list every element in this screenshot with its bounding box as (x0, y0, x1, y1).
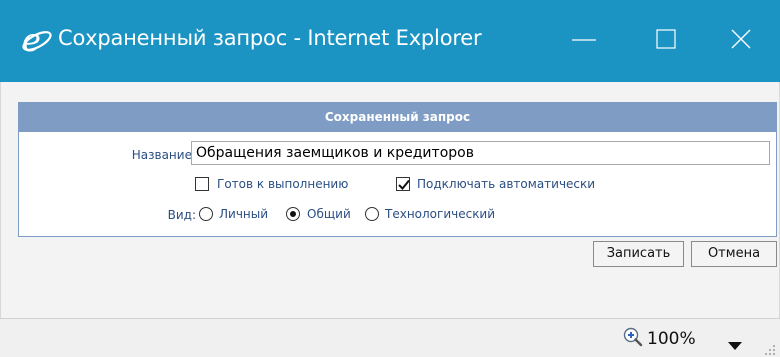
radio-shared[interactable] (286, 207, 300, 221)
name-label: Название: (131, 148, 196, 162)
chevron-down-icon[interactable] (728, 335, 742, 354)
radio-shared-label[interactable]: Общий (307, 207, 351, 221)
form-header: Сохраненный запрос (19, 103, 776, 132)
name-input[interactable]: Обращения заемщиков и кредиторов (191, 141, 770, 165)
save-button[interactable]: Записать (593, 241, 684, 267)
radio-technological[interactable] (365, 207, 379, 221)
internet-explorer-logo-icon: e (21, 21, 53, 59)
status-bar: 100% (0, 318, 780, 357)
view-label: Вид: (167, 208, 196, 222)
auto-connect-checkbox-label[interactable]: Подключать автоматически (417, 177, 595, 191)
saved-query-form: Сохраненный запрос Название: Обращения з… (18, 102, 777, 237)
cancel-button[interactable]: Отмена (691, 241, 777, 267)
ready-checkbox-label[interactable]: Готов к выполнению (217, 177, 348, 191)
minimize-button[interactable] (562, 22, 606, 58)
maximize-button[interactable] (645, 22, 689, 58)
svg-text:e: e (22, 24, 41, 56)
radio-selected-dot (290, 211, 296, 217)
resize-grip-icon[interactable] (764, 341, 776, 357)
zoom-level[interactable]: 100% (647, 329, 696, 349)
auto-connect-checkbox[interactable] (396, 177, 410, 191)
checkmark-icon (398, 179, 410, 190)
close-button[interactable] (720, 22, 764, 58)
ready-checkbox[interactable] (195, 177, 209, 191)
window-title: Сохраненный запрос - Internet Explorer (58, 26, 482, 50)
page-content: Сохраненный запрос Название: Обращения з… (0, 82, 780, 318)
radio-technological-label[interactable]: Технологический (385, 207, 495, 221)
radio-personal[interactable] (199, 207, 213, 221)
radio-personal-label[interactable]: Личный (219, 207, 268, 221)
zoom-icon[interactable] (622, 327, 646, 349)
title-bar: e Сохраненный запрос - Internet Explorer (0, 0, 780, 82)
